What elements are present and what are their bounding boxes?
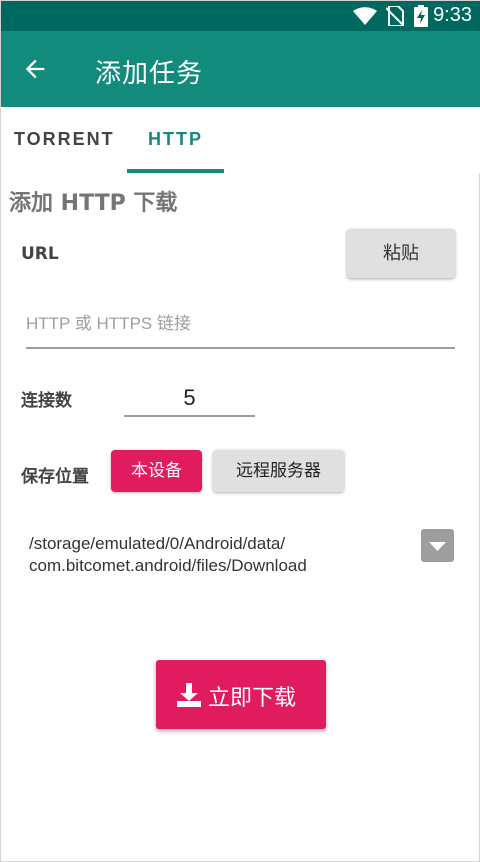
location-remote-button[interactable]: 远程服务器 bbox=[213, 450, 344, 492]
connections-label: 连接数 bbox=[21, 391, 72, 411]
page-title: 添加任务 bbox=[95, 59, 204, 89]
clock: 9:33 bbox=[433, 4, 472, 26]
location-local-button[interactable]: 本设备 bbox=[111, 450, 202, 492]
no-sim-icon bbox=[386, 6, 404, 26]
section-title: 添加 HTTP 下载 bbox=[9, 191, 178, 216]
url-input[interactable] bbox=[26, 301, 455, 349]
tab-torrent[interactable]: TORRENT bbox=[14, 129, 115, 150]
save-path-line2: com.bitcomet.android/files/Download bbox=[29, 556, 307, 575]
save-path-line1: /storage/emulated/0/Android/data/ bbox=[29, 534, 286, 553]
download-now-button[interactable]: 立即下载 bbox=[156, 660, 326, 729]
wifi-icon bbox=[353, 7, 377, 25]
tab-bar: TORRENT HTTP bbox=[1, 107, 480, 173]
url-label: URL bbox=[21, 244, 59, 264]
paste-button[interactable]: 粘贴 bbox=[347, 229, 455, 278]
download-now-label: 立即下载 bbox=[208, 686, 297, 711]
tab-http[interactable]: HTTP bbox=[148, 129, 203, 150]
tab-indicator bbox=[127, 169, 224, 173]
save-path: /storage/emulated/0/Android/data/ com.bi… bbox=[29, 533, 409, 577]
app-bar: 添加任务 bbox=[1, 31, 480, 107]
arrow-left-icon[interactable] bbox=[21, 55, 49, 83]
download-icon bbox=[177, 683, 201, 707]
path-dropdown-button[interactable] bbox=[421, 529, 454, 562]
status-bar: 9:33 bbox=[1, 1, 480, 31]
triangle-down-icon bbox=[429, 542, 446, 551]
battery-charging-icon bbox=[414, 5, 428, 27]
save-location-label: 保存位置 bbox=[21, 467, 89, 487]
connections-input[interactable] bbox=[124, 381, 255, 417]
